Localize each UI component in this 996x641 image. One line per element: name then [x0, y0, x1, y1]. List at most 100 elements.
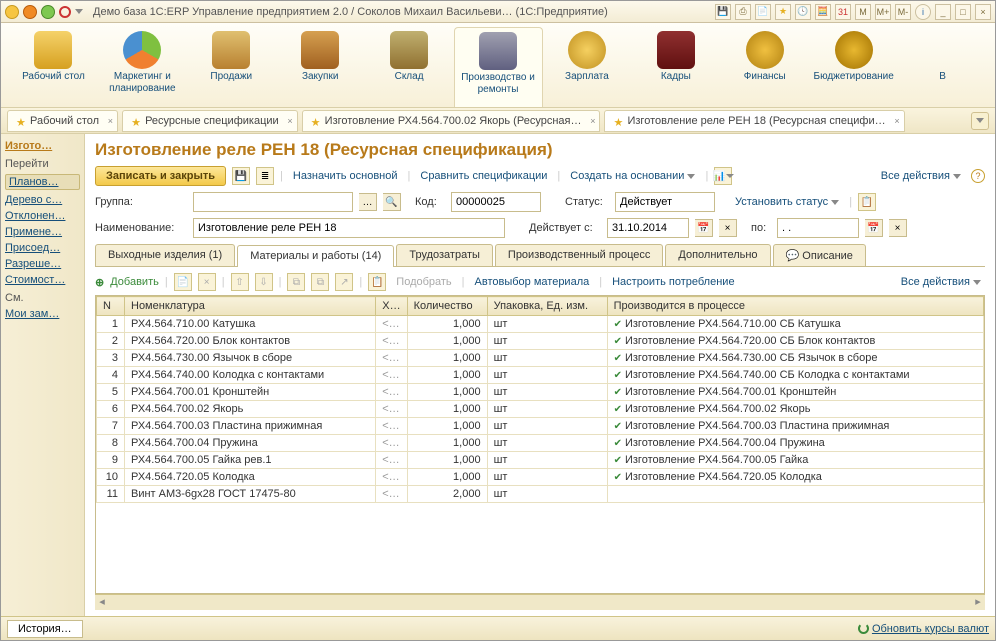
col-header-3[interactable]: Количество: [407, 297, 487, 316]
date-to-clear-button[interactable]: ×: [889, 219, 907, 237]
group-input[interactable]: [193, 192, 353, 212]
assign-main-button[interactable]: Назначить основной: [289, 168, 402, 184]
sidebar-link-planov[interactable]: Планов…: [5, 174, 80, 190]
sidebar-link2-0[interactable]: Мои зам…: [5, 308, 80, 320]
col-header-0[interactable]: N: [97, 297, 125, 316]
table-row[interactable]: 2 РХ4.564.720.00 Блок контактов <… 1,000…: [97, 333, 984, 350]
configure-consumption-button[interactable]: Настроить потребление: [608, 274, 738, 290]
table-row[interactable]: 9 РХ4.564.700.05 Гайка рев.1 <… 1,000 шт…: [97, 452, 984, 469]
tb-calendar-icon[interactable]: 31: [835, 4, 851, 20]
delete-row-icon[interactable]: ×: [198, 273, 216, 291]
section-7[interactable]: Кадры: [631, 27, 720, 107]
col-header-5[interactable]: Производится в процессе: [607, 297, 983, 316]
tb-save-icon[interactable]: 💾: [715, 4, 731, 20]
section-4[interactable]: Склад: [365, 27, 454, 107]
status-input[interactable]: [615, 192, 715, 212]
table-all-actions-button[interactable]: Все действия: [897, 274, 985, 290]
section-1[interactable]: Маркетинг и планирование: [98, 27, 187, 107]
table-row[interactable]: 7 РХ4.564.700.03 Пластина прижимная <… 1…: [97, 418, 984, 435]
tb-print-icon[interactable]: ⎙: [735, 4, 751, 20]
name-input[interactable]: [193, 218, 505, 238]
inner-tab-5[interactable]: 💬 Описание: [773, 244, 866, 266]
tb-clock-icon[interactable]: 🕓: [795, 4, 811, 20]
sidebar-link-5[interactable]: Стоимост…: [5, 274, 80, 286]
tabs-dropdown-button[interactable]: [971, 112, 989, 130]
save-icon[interactable]: 💾: [232, 167, 250, 185]
section-8[interactable]: Финансы: [720, 27, 809, 107]
copy-row-icon[interactable]: 📄: [174, 273, 192, 291]
table-row[interactable]: 10 РХ4.564.720.05 Колодка <… 1,000 шт ✔И…: [97, 469, 984, 486]
col-header-1[interactable]: Номенклатура: [125, 297, 376, 316]
table-row[interactable]: 6 РХ4.564.700.02 Якорь <… 1,000 шт ✔Изго…: [97, 401, 984, 418]
section-9[interactable]: Бюджетирование: [809, 27, 898, 107]
create-based-button[interactable]: Создать на основании: [566, 168, 699, 184]
valid-from-input[interactable]: [607, 218, 689, 238]
section-10[interactable]: В: [898, 27, 987, 107]
refresh-rates-link[interactable]: Обновить курсы валют: [858, 623, 989, 635]
table-row[interactable]: 4 РХ4.564.740.00 Колодка с контактами <……: [97, 367, 984, 384]
reports-icon[interactable]: 📊: [714, 167, 732, 185]
tb-calc-icon[interactable]: 🧮: [815, 4, 831, 20]
inner-tab-2[interactable]: Трудозатраты: [396, 244, 493, 266]
date-from-clear-button[interactable]: ×: [719, 219, 737, 237]
tab-close-icon[interactable]: ×: [894, 116, 899, 126]
scroll-left-icon[interactable]: ◂: [95, 595, 109, 610]
m-button[interactable]: M: [855, 4, 871, 20]
inner-tab-4[interactable]: Дополнительно: [665, 244, 770, 266]
sidebar-link-1[interactable]: Отклонен…: [5, 210, 80, 222]
sidebar-link-0[interactable]: Дерево с…: [5, 194, 80, 206]
info-icon[interactable]: i: [915, 4, 931, 20]
set-status-button[interactable]: Установить статус: [731, 194, 843, 210]
section-0[interactable]: Рабочий стол: [9, 27, 98, 107]
paste-icon[interactable]: ⧉: [311, 273, 329, 291]
mminus-button[interactable]: M-: [895, 4, 911, 20]
table-row[interactable]: 8 РХ4.564.700.04 Пружина <… 1,000 шт ✔Из…: [97, 435, 984, 452]
tab-close-icon[interactable]: ×: [287, 116, 292, 126]
date-to-picker-button[interactable]: 📅: [865, 219, 883, 237]
help-icon[interactable]: ?: [971, 169, 985, 183]
sidebar-link-4[interactable]: Разреше…: [5, 258, 80, 270]
window-tab-3[interactable]: ★Изготовление реле РЕН 18 (Ресурсная спе…: [604, 110, 904, 132]
tb-green-icon[interactable]: [41, 5, 55, 19]
valid-to-input[interactable]: [777, 218, 859, 238]
pick-button[interactable]: Подобрать: [392, 274, 455, 290]
tb-red-icon[interactable]: [59, 6, 71, 18]
table-row[interactable]: 5 РХ4.564.700.01 Кронштейн <… 1,000 шт ✔…: [97, 384, 984, 401]
dropdown-icon[interactable]: [75, 9, 83, 14]
sidebar-title[interactable]: Изгото…: [5, 140, 80, 152]
inner-tab-1[interactable]: Материалы и работы (14): [237, 245, 394, 267]
auto-material-button[interactable]: Автовыбор материала: [471, 274, 594, 290]
section-2[interactable]: Продажи: [187, 27, 276, 107]
window-tab-2[interactable]: ★Изготовление РХ4.564.700.02 Якорь (Ресу…: [302, 110, 601, 132]
clipboard-icon[interactable]: 📋: [858, 193, 876, 211]
col-header-2[interactable]: Х…: [376, 297, 407, 316]
materials-table-wrap[interactable]: NНоменклатураХ…КоличествоУпаковка, Ед. и…: [95, 295, 985, 594]
add-button[interactable]: Добавить: [110, 276, 159, 288]
move-up-icon[interactable]: ⇧: [231, 273, 249, 291]
sidebar-link-2[interactable]: Примене…: [5, 226, 80, 238]
tb-doc-icon[interactable]: 📄: [755, 4, 771, 20]
inner-tab-3[interactable]: Производственный процесс: [495, 244, 663, 266]
window-tab-1[interactable]: ★Ресурсные спецификации×: [122, 110, 298, 132]
maximize-button[interactable]: □: [955, 4, 971, 20]
table-row[interactable]: 1 РХ4.564.710.00 Катушка <… 1,000 шт ✔Из…: [97, 316, 984, 333]
sidebar-link-3[interactable]: Присоед…: [5, 242, 80, 254]
compare-spec-button[interactable]: Сравнить спецификации: [416, 168, 551, 184]
tab-close-icon[interactable]: ×: [590, 116, 595, 126]
all-actions-button[interactable]: Все действия: [877, 168, 965, 184]
horizontal-scrollbar[interactable]: ◂ ▸: [95, 594, 985, 610]
section-5[interactable]: Производство и ремонты: [454, 27, 543, 107]
scroll-right-icon[interactable]: ▸: [971, 595, 985, 610]
save-and-close-button[interactable]: Записать и закрыть: [95, 166, 226, 186]
move-down-icon[interactable]: ⇩: [255, 273, 273, 291]
date-from-picker-button[interactable]: 📅: [695, 219, 713, 237]
tb-star-icon[interactable]: ★: [775, 4, 791, 20]
copy-icon[interactable]: ⧉: [287, 273, 305, 291]
section-6[interactable]: Зарплата: [543, 27, 632, 107]
close-button[interactable]: ×: [975, 4, 991, 20]
mplus-button[interactable]: M+: [875, 4, 891, 20]
inner-tab-0[interactable]: Выходные изделия (1): [95, 244, 235, 266]
minimize-button[interactable]: _: [935, 4, 951, 20]
tab-close-icon[interactable]: ×: [108, 116, 113, 126]
group-select-button[interactable]: …: [359, 193, 377, 211]
